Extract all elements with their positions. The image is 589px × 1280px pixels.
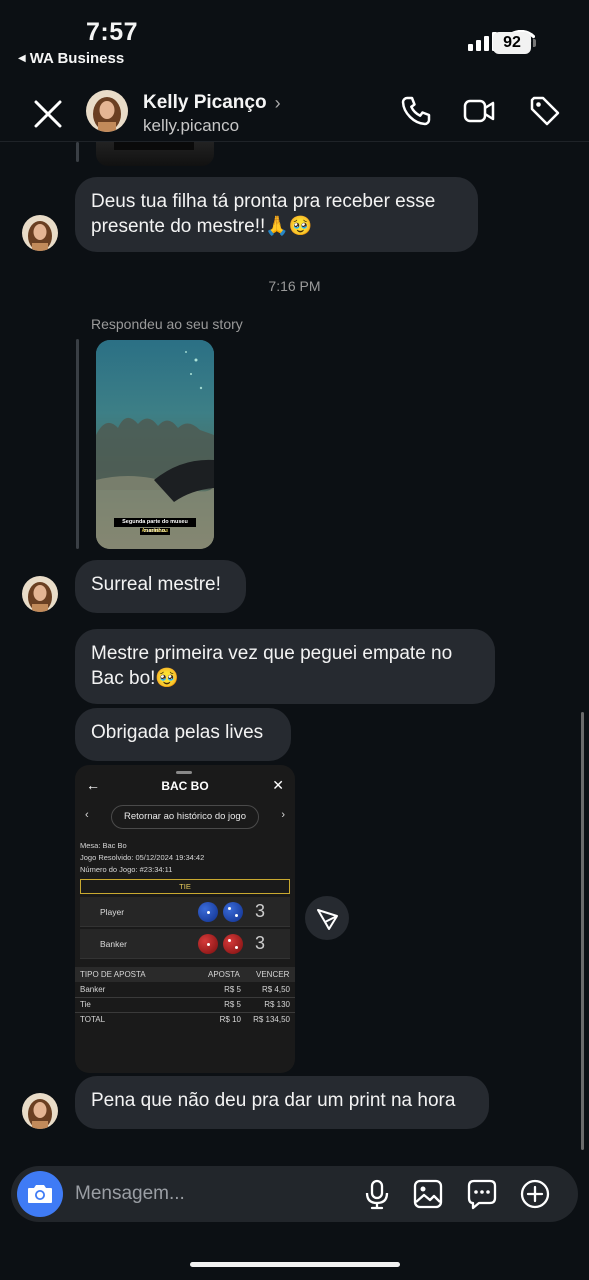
table-cell: TOTAL xyxy=(80,1015,106,1024)
game-number: Número do Jogo: #23:34:11 xyxy=(80,865,173,874)
message-bubble[interactable]: Obrigada pelas lives xyxy=(75,708,291,761)
table-cell: R$ 4,50 xyxy=(261,985,290,994)
sticker-chat-icon[interactable] xyxy=(466,1178,498,1210)
chevron-right-icon: › xyxy=(274,92,281,113)
gallery-icon[interactable] xyxy=(412,1178,444,1210)
back-to-app-link[interactable]: ◀ WA Business xyxy=(18,50,124,67)
battery-tip xyxy=(533,39,536,47)
microphone-icon[interactable] xyxy=(361,1178,393,1210)
send-icon xyxy=(317,909,338,930)
player-label: Player xyxy=(100,907,125,917)
table-divider xyxy=(75,1012,295,1013)
clipped-media-preview[interactable] xyxy=(96,142,214,166)
story-thumbnail[interactable]: Segunda parte do museu marinho. Ao estát… xyxy=(96,340,214,549)
chevron-right-icon: › xyxy=(281,809,285,821)
die-icon xyxy=(198,934,218,954)
banker-score: 3 xyxy=(255,933,266,953)
timestamp: 7:16 PM xyxy=(268,278,321,294)
camera-button[interactable] xyxy=(17,1171,63,1217)
close-icon[interactable] xyxy=(30,96,66,132)
die-icon xyxy=(223,902,243,922)
game-title: BAC BO xyxy=(161,779,209,793)
add-icon[interactable] xyxy=(519,1178,551,1210)
sender-avatar[interactable] xyxy=(22,215,58,251)
resolved-time: Jogo Resolvido: 05/12/2024 19:34:42 xyxy=(80,853,205,862)
game-screenshot-card[interactable]: ← BAC BO ✕ ‹ Retornar ao histórico do jo… xyxy=(75,765,295,1073)
table-cell: R$ 134,50 xyxy=(253,1015,290,1024)
result-badge: TIE xyxy=(80,879,290,894)
close-icon: ✕ xyxy=(272,777,284,793)
reply-bar xyxy=(76,142,79,162)
player-row: Player 3 xyxy=(80,897,290,927)
table-cell: Banker xyxy=(80,985,106,994)
contact-avatar[interactable] xyxy=(86,90,128,132)
die-icon xyxy=(198,902,218,922)
message-bubble[interactable]: Surreal mestre! xyxy=(75,560,246,613)
message-bubble[interactable]: Pena que não deu pra dar um print na hor… xyxy=(75,1076,489,1129)
reply-bar xyxy=(76,339,79,549)
video-call-icon[interactable] xyxy=(462,94,496,128)
sender-avatar[interactable] xyxy=(22,576,58,612)
history-button: Retornar ao histórico do jogo xyxy=(111,805,259,829)
table-divider xyxy=(75,997,295,998)
table-cell: R$ 5 xyxy=(224,1000,241,1009)
battery-indicator: 92 xyxy=(493,32,531,54)
message-bubble[interactable]: Deus tua filha tá pronta pra receber ess… xyxy=(75,177,478,252)
message-composer xyxy=(11,1166,578,1222)
table-info: Mesa: Bac Bo xyxy=(80,841,127,850)
table-cell: R$ 130 xyxy=(264,1000,290,1009)
message-text: Surreal mestre! xyxy=(91,574,221,595)
back-app-label: WA Business xyxy=(29,50,125,67)
table-cell: R$ 10 xyxy=(219,1015,241,1024)
chat-thread[interactable]: Deus tua filha tá pronta pra receber ess… xyxy=(0,142,589,1162)
column-header: TIPO DE APOSTA xyxy=(80,970,146,979)
share-button[interactable] xyxy=(305,896,349,940)
chat-scrollbar[interactable] xyxy=(581,712,584,1150)
table-cell: Tie xyxy=(80,1000,91,1009)
chevron-left-icon: ‹ xyxy=(85,809,89,821)
sheet-handle xyxy=(176,771,192,774)
message-text: Deus tua filha tá pronta pra receber ess… xyxy=(91,191,436,237)
camera-icon xyxy=(28,1185,52,1203)
tag-icon[interactable] xyxy=(528,94,562,128)
contact-name-text: Kelly Picanço xyxy=(143,92,267,113)
column-header: APOSTA xyxy=(208,970,240,979)
sender-avatar[interactable] xyxy=(22,1093,58,1129)
table-cell: R$ 5 xyxy=(224,985,241,994)
player-score: 3 xyxy=(255,901,266,921)
contact-name[interactable]: Kelly Picanço › xyxy=(143,92,281,114)
status-bar: 7:57 ◀ WA Business 92 xyxy=(0,0,589,80)
story-caption-line-2: Ao estátuas xyxy=(141,528,169,534)
message-input[interactable] xyxy=(75,1180,325,1208)
banker-label: Banker xyxy=(100,939,127,949)
reply-label: Respondeu ao seu story xyxy=(91,316,243,332)
banker-row: Banker 3 xyxy=(80,929,290,959)
back-triangle-icon: ◀ xyxy=(18,53,26,64)
bets-table-header: TIPO DE APOSTA APOSTA VENCER xyxy=(75,967,295,982)
home-indicator xyxy=(190,1262,400,1267)
contact-handle: kelly.picanco xyxy=(143,116,240,135)
message-text: Obrigada pelas lives xyxy=(91,722,264,743)
chat-header: Kelly Picanço › kelly.picanco xyxy=(0,82,589,142)
status-time: 7:57 xyxy=(86,18,139,46)
phone-call-icon[interactable] xyxy=(399,94,433,128)
message-text: Pena que não deu pra dar um print na hor… xyxy=(91,1090,456,1111)
message-text: Mestre primeira vez que peguei empate no… xyxy=(91,643,453,689)
message-bubble[interactable]: Mestre primeira vez que peguei empate no… xyxy=(75,629,495,704)
die-icon xyxy=(223,934,243,954)
column-header: VENCER xyxy=(256,970,290,979)
